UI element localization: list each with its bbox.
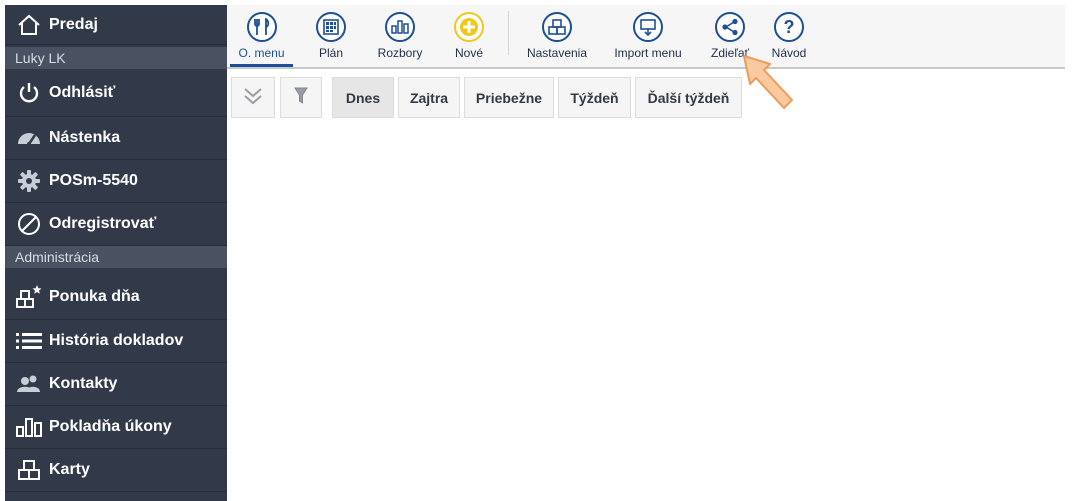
sidebar-item-label: Karty <box>49 461 90 478</box>
user-name: Luky LK <box>5 47 227 69</box>
filter-zajtra-button[interactable]: Zajtra <box>398 77 460 118</box>
gear-icon <box>16 160 42 202</box>
filter-tyzden-button[interactable]: Týždeň <box>558 77 631 118</box>
sidebar-item-odregistrovat[interactable]: Odregistrovať <box>5 203 227 246</box>
list-icon <box>16 320 42 362</box>
calendar-grid-icon <box>316 12 346 42</box>
sidebar-item-ponuka[interactable]: Ponuka dňa <box>5 274 227 320</box>
toolbar-label: O. menu <box>238 46 285 60</box>
sidebar-item-label: Kontakty <box>49 375 118 392</box>
toolbar-rozbory-button[interactable]: Rozbory <box>375 5 425 67</box>
plus-icon <box>454 12 484 42</box>
sidebar-item-pokladna[interactable]: Pokladňa úkony <box>5 406 227 449</box>
prohibited-icon <box>16 203 42 245</box>
home-icon <box>16 5 42 44</box>
filter-label: Priebežne <box>475 89 543 106</box>
sidebar-item-kontakty[interactable]: Kontakty <box>5 363 227 406</box>
sidebar-item-label: Odregistrovať <box>49 215 157 232</box>
sidebar-item-label: História dokladov <box>49 332 184 349</box>
dashboard-gauge-icon <box>16 117 42 159</box>
sidebar: Predaj Luky LK Odhlásiť Nástenka POSm-55… <box>5 5 227 501</box>
sidebar-item-label: Ponuka dňa <box>49 287 140 305</box>
toolbar-label: Plán <box>318 46 344 60</box>
double-chevron-down-icon <box>243 87 263 108</box>
filter-button[interactable] <box>280 77 322 118</box>
top-toolbar: O. menu Plán Rozbory Nové Nastavenia Imp… <box>227 5 1065 69</box>
sidebar-item-karty[interactable]: Karty <box>5 449 227 492</box>
bar-chart-icon <box>385 12 415 42</box>
sidebar-item-label: Odhlásiť <box>49 83 116 101</box>
filter-label: Ďalší týždeň <box>647 89 730 106</box>
filter-dnes-button[interactable]: Dnes <box>332 77 394 118</box>
toolbar-import-button[interactable]: Import menu <box>612 5 684 67</box>
filter-label: Dnes <box>345 89 381 106</box>
import-board-icon <box>633 12 663 42</box>
filter-label: Týždeň <box>570 89 619 106</box>
toolbar-menu-button[interactable]: O. menu <box>230 5 293 67</box>
share-icon <box>715 12 745 42</box>
bar-chart-icon <box>16 406 42 448</box>
help-icon: ? <box>774 12 804 42</box>
section-header-admin: Administrácia <box>5 246 227 268</box>
cutlery-icon <box>246 12 277 42</box>
toolbar-divider <box>508 11 509 55</box>
sidebar-item-pos[interactable]: POSm-5540 <box>5 160 227 203</box>
expand-button[interactable] <box>231 77 275 118</box>
sidebar-item-odhlasit[interactable]: Odhlásiť <box>5 69 227 117</box>
blocks-star-icon <box>16 274 42 319</box>
toolbar-nove-button[interactable]: Nové <box>447 5 491 67</box>
sidebar-item-label: POSm-5540 <box>49 172 138 189</box>
sidebar-item-nastenka[interactable]: Nástenka <box>5 117 227 160</box>
power-icon <box>16 69 42 116</box>
filter-dalsi-tyzden-button[interactable]: Ďalší týždeň <box>635 77 742 118</box>
sidebar-item-historia[interactable]: História dokladov <box>5 320 227 363</box>
sidebar-item-label: Pokladňa úkony <box>49 418 172 435</box>
filter-label: Zajtra <box>409 89 449 106</box>
sidebar-item-predaj[interactable]: Predaj <box>5 5 227 45</box>
toolbar-plan-button[interactable]: Plán <box>309 5 353 67</box>
toolbar-label: Nové <box>454 46 483 60</box>
toolbar-nastavenia-button[interactable]: Nastavenia <box>524 5 590 67</box>
sidebar-item-label: Predaj <box>49 15 98 33</box>
filter-priebezne-button[interactable]: Priebežne <box>464 77 554 118</box>
funnel-icon <box>294 87 308 108</box>
sidebar-item-label: Nástenka <box>49 129 121 146</box>
active-tab-indicator <box>230 64 293 67</box>
toolbar-label: Nastavenia <box>526 46 588 60</box>
pointer-arrow-icon <box>743 55 793 109</box>
blocks-icon <box>16 449 42 491</box>
blocks-icon <box>542 12 572 42</box>
toolbar-label: Rozbory <box>377 46 423 60</box>
users-icon <box>16 363 42 405</box>
toolbar-label: Import menu <box>614 46 682 60</box>
